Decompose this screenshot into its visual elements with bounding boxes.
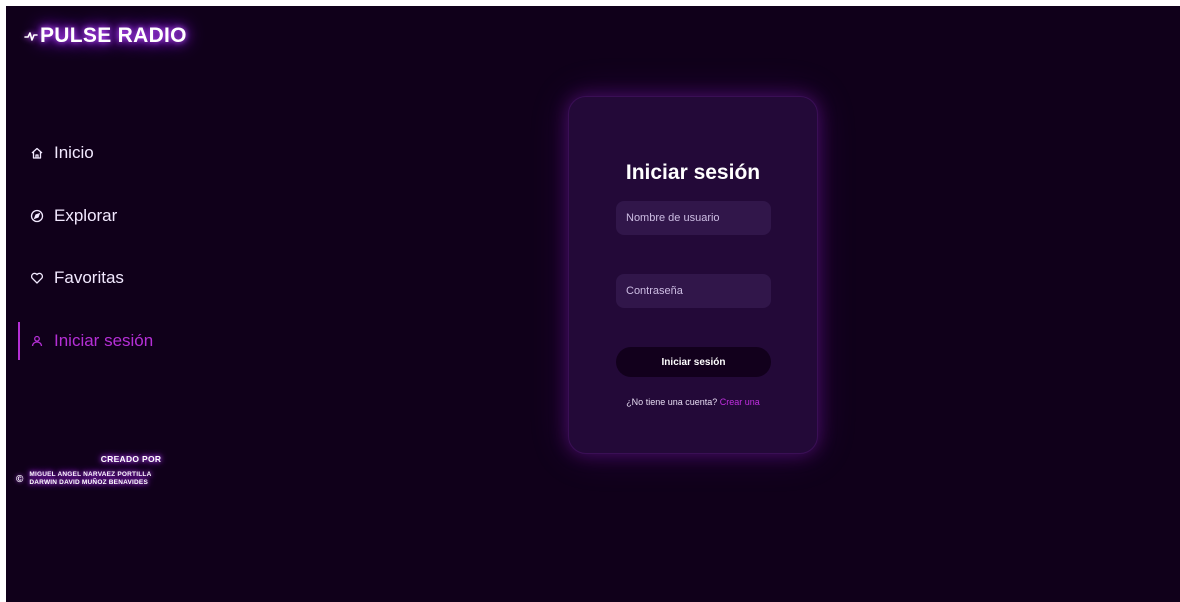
sidebar-item-label: Favoritas (54, 268, 124, 287)
login-card: Iniciar sesión Iniciar sesión ¿No tiene … (568, 96, 818, 454)
sidebar-item-label: Inicio (54, 143, 94, 162)
copyright-icon: © (16, 473, 24, 485)
sidebar-item-label: Iniciar sesión (54, 330, 154, 350)
sidebar-item-inicio[interactable]: Inicio (6, 134, 266, 172)
compass-icon (30, 209, 44, 222)
author-name: DARWIN DAVID MUÑOZ BENAVIDES (29, 479, 149, 486)
sidebar-item-favoritas[interactable]: Favoritas (6, 259, 266, 297)
sidebar-item-explorar[interactable]: Explorar (6, 197, 266, 235)
pulse-icon (24, 32, 38, 41)
brand-name: PULSE RADIO (40, 24, 187, 47)
sidebar-item-iniciar-sesion[interactable]: Iniciar sesión (6, 321, 266, 360)
author-list: MIGUEL ANGEL NARVAEZ PORTILLA DARWIN DAV… (29, 471, 151, 487)
signup-link[interactable]: Crear una (720, 397, 760, 407)
credits: CREADO POR © MIGUEL ANGEL NARVAEZ PORTIL… (16, 454, 226, 487)
user-icon (31, 335, 43, 346)
credits-title: CREADO POR (100, 454, 162, 464)
sidebar-item-label: Explorar (54, 205, 118, 225)
heart-icon (31, 272, 43, 284)
author-name: MIGUEL ANGEL NARVAEZ PORTILLA (29, 471, 152, 478)
signup-prompt: ¿No tiene una cuenta? Crear una (569, 397, 817, 407)
home-icon (31, 147, 43, 159)
brand-logo[interactable]: PULSE RADIO (24, 24, 187, 48)
credits-body: © MIGUEL ANGEL NARVAEZ PORTILLA DARWIN D… (16, 471, 226, 487)
sidebar-nav: Inicio Explorar Favoritas Iniciar sesión (6, 134, 266, 384)
login-button[interactable]: Iniciar sesión (616, 347, 771, 377)
signup-text: ¿No tiene una cuenta? (626, 397, 718, 407)
login-title: Iniciar sesión (625, 161, 761, 184)
username-input[interactable] (616, 201, 771, 235)
password-input[interactable] (616, 274, 771, 308)
app-window: PULSE RADIO Inicio Explorar Favoritas In… (6, 6, 1180, 602)
